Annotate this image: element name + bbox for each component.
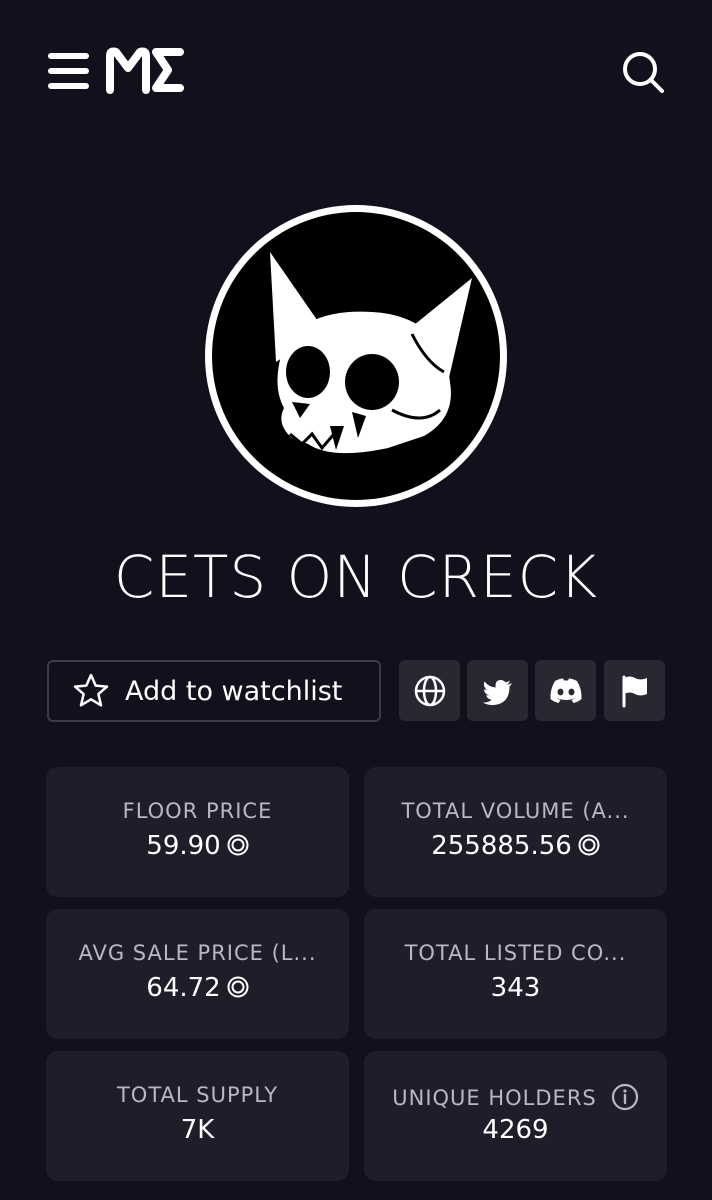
website-button[interactable] bbox=[399, 660, 460, 721]
stat-value: 7K bbox=[180, 1115, 215, 1145]
floor-price-card: FLOOR PRICE 59.90 bbox=[46, 767, 349, 897]
collection-avatar bbox=[205, 205, 507, 507]
stat-label: UNIQUE HOLDERS bbox=[364, 1083, 667, 1111]
watchlist-label: Add to watchlist bbox=[125, 675, 343, 707]
search-icon[interactable] bbox=[620, 49, 666, 95]
total-listed-card: TOTAL LISTED CO... 343 bbox=[364, 909, 667, 1039]
star-icon bbox=[73, 673, 109, 707]
collection-title: CETS ON CRECK bbox=[113, 543, 599, 611]
cat-skull-logo bbox=[270, 252, 472, 454]
stat-value: 255885.56 bbox=[364, 831, 667, 861]
discord-icon bbox=[549, 678, 582, 703]
stat-label: AVG SALE PRICE (L... bbox=[78, 941, 317, 965]
twitter-icon bbox=[482, 679, 512, 705]
total-volume-card: TOTAL VOLUME (A... 255885.56 bbox=[364, 767, 667, 897]
stat-label: FLOOR PRICE bbox=[122, 799, 273, 823]
hamburger-menu-icon[interactable] bbox=[48, 53, 89, 89]
avg-sale-price-card: AVG SALE PRICE (L... 64.72 bbox=[46, 909, 349, 1039]
twitter-button[interactable] bbox=[467, 660, 528, 721]
discord-button[interactable] bbox=[535, 660, 596, 721]
stat-label: TOTAL VOLUME (A... bbox=[401, 799, 630, 823]
total-supply-card: TOTAL SUPPLY 7K bbox=[46, 1051, 349, 1181]
globe-icon bbox=[414, 675, 445, 706]
sol-icon bbox=[227, 976, 249, 998]
stat-label: TOTAL SUPPLY bbox=[116, 1083, 279, 1107]
info-icon[interactable] bbox=[611, 1083, 639, 1111]
add-to-watchlist-button[interactable]: Add to watchlist bbox=[47, 660, 381, 722]
stat-value: 64.72 bbox=[46, 973, 349, 1003]
top-bar bbox=[0, 0, 712, 140]
sol-icon bbox=[227, 834, 249, 856]
stat-value: 343 bbox=[490, 973, 541, 1003]
magic-eden-logo[interactable] bbox=[106, 46, 184, 94]
flag-icon bbox=[622, 675, 647, 707]
report-button[interactable] bbox=[604, 660, 665, 721]
stat-label: TOTAL LISTED CO... bbox=[404, 941, 627, 965]
unique-holders-card: UNIQUE HOLDERS 4269 bbox=[364, 1051, 667, 1181]
sol-icon bbox=[578, 834, 600, 856]
stat-value: 4269 bbox=[482, 1115, 549, 1145]
stat-value: 59.90 bbox=[46, 831, 349, 861]
